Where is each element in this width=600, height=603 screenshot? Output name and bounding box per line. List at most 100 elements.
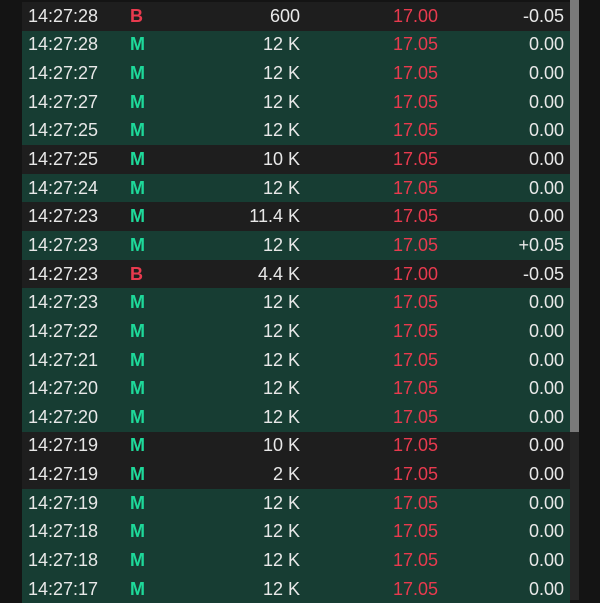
trade-change: 0.00 <box>528 206 564 227</box>
trade-volume: 12 K <box>262 406 300 427</box>
trade-type: M <box>130 63 145 84</box>
trade-type: M <box>130 177 145 198</box>
trade-row[interactable]: 14:27:20 M 12 K 17.05 0.00 <box>22 374 570 403</box>
trade-row[interactable]: 14:27:19 M 10 K 17.05 0.00 <box>22 431 570 461</box>
trade-time: 14:27:28 <box>28 5 99 26</box>
trade-time: 14:27:22 <box>28 320 99 341</box>
trade-volume: 12 K <box>262 34 300 55</box>
trade-type: M <box>130 320 145 341</box>
trade-type: M <box>130 120 145 141</box>
trade-volume: 2 K <box>272 464 300 485</box>
trade-row[interactable]: 14:27:18 M 12 K 17.05 0.00 <box>22 517 570 547</box>
trade-row[interactable]: 14:27:23 M 11.4 K 17.05 0.00 <box>22 202 570 232</box>
trade-change: -0.05 <box>522 5 564 26</box>
trade-time: 14:27:19 <box>28 435 99 456</box>
trade-change: 0.00 <box>528 464 564 485</box>
trade-price: 17.05 <box>392 406 438 427</box>
trade-volume: 12 K <box>262 292 300 313</box>
trade-price: 17.05 <box>392 549 438 570</box>
trade-price: 17.05 <box>392 149 438 170</box>
trade-row[interactable]: 14:27:25 M 12 K 17.05 0.00 <box>22 116 570 146</box>
trade-price: 17.05 <box>392 120 438 141</box>
trade-volume: 11.4 K <box>249 206 300 227</box>
trade-volume: 12 K <box>262 349 300 370</box>
trade-row[interactable]: 14:27:19 M 2 K 17.05 0.00 <box>22 460 570 489</box>
trade-type: B <box>130 263 143 284</box>
trade-time: 14:27:27 <box>28 91 99 112</box>
trade-row[interactable]: 14:27:25 M 10 K 17.05 0.00 <box>22 145 570 174</box>
trade-time: 14:27:25 <box>28 120 99 141</box>
trade-time: 14:27:20 <box>28 406 99 427</box>
trade-price: 17.05 <box>392 320 438 341</box>
trade-row[interactable]: 14:27:28 B 600 17.00 -0.05 <box>22 2 570 31</box>
trade-volume: 600 <box>269 5 300 26</box>
trade-price: 17.00 <box>392 5 438 26</box>
trade-time: 14:27:17 <box>28 578 99 599</box>
trade-time: 14:27:23 <box>28 263 99 284</box>
trade-time: 14:27:20 <box>28 378 99 399</box>
trade-volume: 12 K <box>262 578 300 599</box>
trade-volume: 10 K <box>262 435 300 456</box>
trade-type: B <box>130 5 143 26</box>
trade-row[interactable]: 14:27:28 M 12 K 17.05 0.00 <box>22 30 570 60</box>
trade-type: M <box>130 292 145 313</box>
trade-type: M <box>130 349 145 370</box>
trade-volume: 12 K <box>262 120 300 141</box>
trade-change: 0.00 <box>528 549 564 570</box>
trade-row[interactable]: 14:27:23 M 12 K 17.05 0.00 <box>22 288 570 318</box>
trade-change: -0.05 <box>522 263 564 284</box>
trade-change: 0.00 <box>528 406 564 427</box>
trade-price: 17.05 <box>392 521 438 542</box>
trade-type: M <box>130 578 145 599</box>
trade-change: 0.00 <box>528 177 564 198</box>
trade-row[interactable]: 14:27:17 M 12 K 17.05 0.00 <box>22 574 570 603</box>
trade-row[interactable]: 14:27:27 M 12 K 17.05 0.00 <box>22 59 570 88</box>
trade-price: 17.05 <box>392 234 438 255</box>
trade-row[interactable]: 14:27:27 M 12 K 17.05 0.00 <box>22 87 570 117</box>
trade-type: M <box>130 549 145 570</box>
trade-row[interactable]: 14:27:24 M 12 K 17.05 0.00 <box>22 173 570 203</box>
trade-price: 17.05 <box>392 349 438 370</box>
trade-volume: 12 K <box>262 234 300 255</box>
trade-type: M <box>130 378 145 399</box>
trade-type: M <box>130 521 145 542</box>
trade-row[interactable]: 14:27:18 M 12 K 17.05 0.00 <box>22 546 570 575</box>
trade-time: 14:27:23 <box>28 206 99 227</box>
trade-row[interactable]: 14:27:19 M 12 K 17.05 0.00 <box>22 488 570 518</box>
trade-volume: 12 K <box>262 521 300 542</box>
scrollbar-thumb[interactable] <box>570 0 579 432</box>
trade-time: 14:27:18 <box>28 521 99 542</box>
trade-time: 14:27:23 <box>28 292 99 313</box>
trade-price: 17.05 <box>392 63 438 84</box>
trade-price: 17.05 <box>392 435 438 456</box>
trade-price: 17.05 <box>392 464 438 485</box>
trade-change: 0.00 <box>528 120 564 141</box>
trade-change: 0.00 <box>528 492 564 513</box>
trade-time: 14:27:18 <box>28 549 99 570</box>
trade-list: 14:27:28 B 600 17.00 -0.05 14:27:28 M 12 K 17.05… <box>22 2 570 603</box>
trade-type: M <box>130 464 145 485</box>
trade-change: 0.00 <box>528 149 564 170</box>
trade-price: 17.05 <box>392 177 438 198</box>
trade-volume: 12 K <box>262 320 300 341</box>
trade-row[interactable]: 14:27:23 B 4.4 K 17.00 -0.05 <box>22 259 570 289</box>
trade-change: 0.00 <box>528 63 564 84</box>
trade-price: 17.05 <box>392 206 438 227</box>
trade-row[interactable]: 14:27:22 M 12 K 17.05 0.00 <box>22 317 570 346</box>
trade-time: 14:27:25 <box>28 149 99 170</box>
trade-change: 0.00 <box>528 578 564 599</box>
trade-volume: 12 K <box>262 177 300 198</box>
trade-type: M <box>130 234 145 255</box>
trade-time: 14:27:21 <box>28 349 99 370</box>
trade-volume: 10 K <box>262 149 300 170</box>
trade-type: M <box>130 34 145 55</box>
trade-time: 14:27:19 <box>28 464 99 485</box>
trade-change: 0.00 <box>528 34 564 55</box>
trade-row[interactable]: 14:27:20 M 12 K 17.05 0.00 <box>22 402 570 432</box>
trade-row[interactable]: 14:27:23 M 12 K 17.05 +0.05 <box>22 231 570 260</box>
trade-change: 0.00 <box>528 320 564 341</box>
trade-row[interactable]: 14:27:21 M 12 K 17.05 0.00 <box>22 345 570 375</box>
trade-price: 17.05 <box>392 34 438 55</box>
trade-change: 0.00 <box>528 349 564 370</box>
trade-price: 17.05 <box>392 292 438 313</box>
